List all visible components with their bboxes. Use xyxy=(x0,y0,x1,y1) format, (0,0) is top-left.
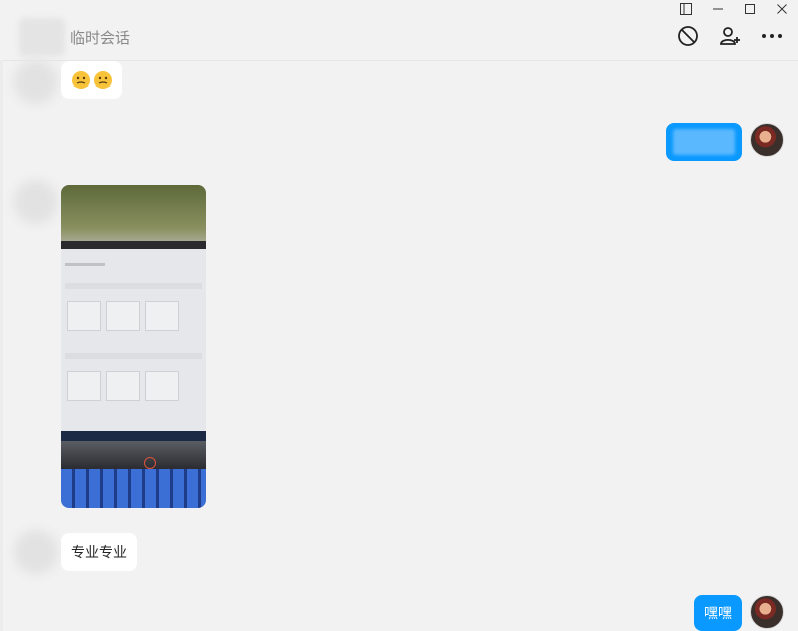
block-icon[interactable] xyxy=(676,24,700,48)
window-controls xyxy=(670,0,798,18)
message-bubble-outgoing[interactable] xyxy=(666,123,742,161)
contact-avatar[interactable] xyxy=(19,18,65,56)
header-actions xyxy=(676,24,784,48)
sidebar-toggle-icon[interactable] xyxy=(670,0,702,18)
message-bubble-outgoing[interactable]: 嘿嘿 xyxy=(694,595,742,631)
melting-face-emoji-icon xyxy=(71,71,112,89)
more-icon[interactable] xyxy=(760,24,784,48)
my-avatar[interactable] xyxy=(750,595,784,629)
sender-avatar[interactable] xyxy=(14,530,58,574)
message-bubble-emoji[interactable]: 🫠🫠 xyxy=(61,61,122,99)
message-bubble-text[interactable]: 专业专业 xyxy=(61,533,137,571)
message-image[interactable] xyxy=(61,185,206,508)
sender-avatar[interactable] xyxy=(14,60,58,104)
maximize-icon[interactable] xyxy=(734,0,766,18)
sender-avatar[interactable] xyxy=(14,180,58,224)
add-friend-icon[interactable] xyxy=(718,24,742,48)
minimize-icon[interactable] xyxy=(702,0,734,18)
my-avatar[interactable] xyxy=(750,123,784,157)
message-text: 专业专业 xyxy=(71,545,127,561)
message-text: 嘿嘿 xyxy=(704,606,732,622)
close-icon[interactable] xyxy=(766,0,798,18)
left-edge xyxy=(0,60,3,631)
chat-title: 临时会话 xyxy=(70,29,131,47)
chat-header: 临时会话 xyxy=(0,0,798,61)
redacted-text xyxy=(673,129,735,155)
